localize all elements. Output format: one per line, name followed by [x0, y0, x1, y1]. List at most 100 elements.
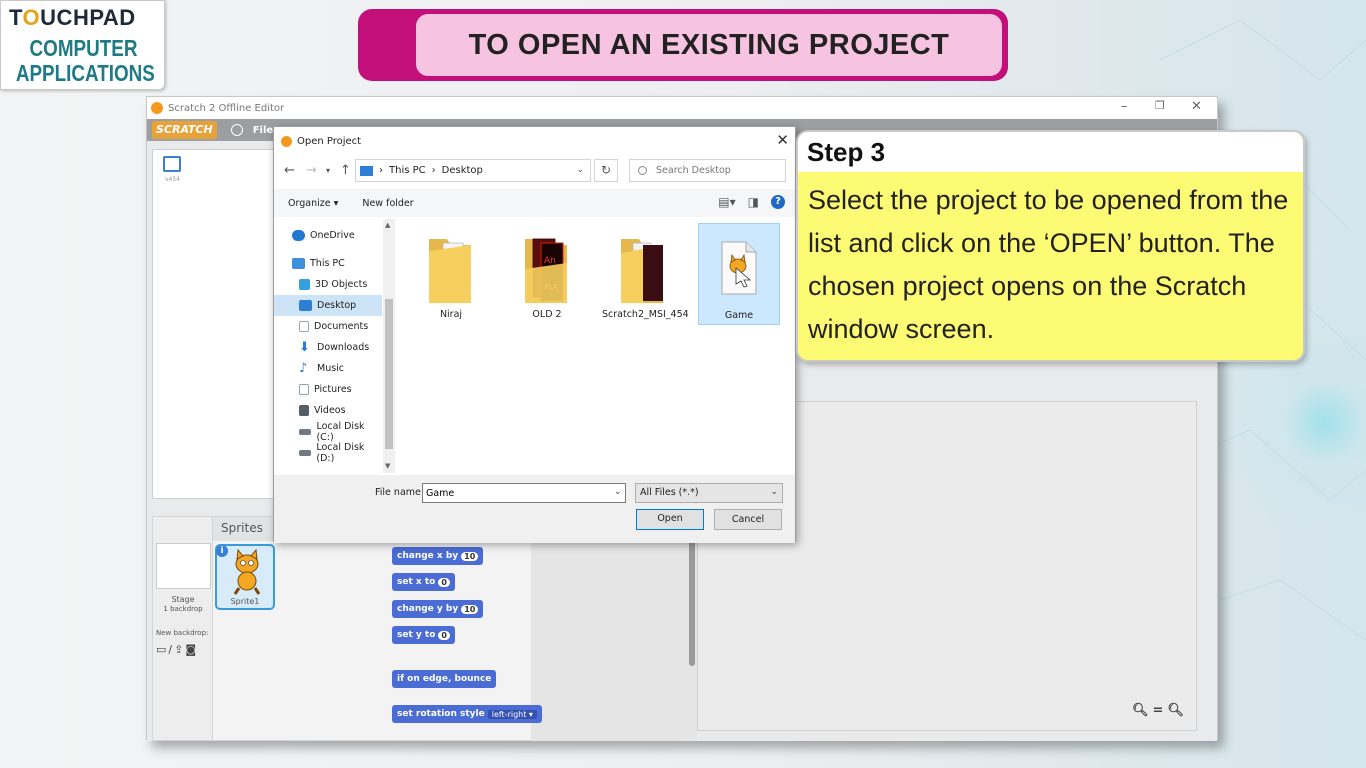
block-label: set rotation style [397, 709, 485, 719]
download-icon: ⬇ [299, 340, 310, 355]
file-item-scratch2-msi[interactable]: Scratch2_MSI_454 [602, 223, 689, 325]
nav-item-downloads[interactable]: ⬇ Downloads [274, 337, 382, 358]
block-rotation-style[interactable]: set rotation style left-right ▾ [392, 705, 542, 723]
dialog-footer: File name: ⌄ All Files (*.*) ⌄ Open Canc… [274, 475, 795, 543]
backdrop-tools: ▭/⇪◙ [156, 643, 198, 656]
file-type-select[interactable]: All Files (*.*) ⌄ [635, 483, 783, 503]
file-name: Game [724, 310, 754, 321]
zoom-controls: 🔍︎=🔍︎ [1132, 703, 1188, 718]
new-backdrop-label: New backdrop: [156, 629, 209, 637]
block-label: change x by [397, 551, 459, 561]
chevron-down-icon[interactable]: ⌄ [576, 165, 584, 175]
back-arrow-icon[interactable]: ← [284, 163, 295, 178]
nav-label: Documents [314, 321, 369, 332]
block-set-x[interactable]: set x to 0 [392, 573, 455, 591]
view-options-icon[interactable]: ▤▾ [718, 195, 735, 209]
navigation-pane: OneDrive This PC 3D Objects Desktop Docu… [274, 219, 396, 473]
forward-arrow-icon[interactable]: → [306, 163, 317, 178]
logo-brand: TOUCHPAD [9, 5, 136, 31]
nav-item-videos[interactable]: Videos [274, 400, 382, 421]
nav-label: Local Disk (C:) [316, 420, 365, 443]
disk-icon [299, 428, 312, 435]
nav-label: Downloads [317, 342, 370, 353]
scroll-down-icon[interactable]: ▼ [385, 462, 390, 470]
file-list: Niraj An FLA OLD 2 Scratch2_MSI_454 [398, 219, 795, 473]
nav-item-local-disk-d[interactable]: Local Disk (D:) [274, 441, 382, 464]
file-item-game[interactable]: Game [698, 223, 780, 325]
sprite-name: Sprite1 [230, 597, 260, 606]
upload-icon[interactable]: ⇪ [174, 643, 185, 656]
block-label: if on edge, bounce [397, 674, 492, 684]
scratch-cat-icon [281, 135, 292, 147]
nav-item-local-disk-c[interactable]: Local Disk (C:) [274, 420, 382, 443]
nav-item-desktop[interactable]: Desktop [274, 295, 382, 316]
folder-icon [429, 239, 471, 303]
chevron-down-icon[interactable]: ⌄ [614, 487, 622, 497]
rotation-style-select[interactable]: left-right ▾ [487, 709, 537, 719]
preview-pane-icon[interactable]: ◨ [748, 195, 759, 209]
file-name-input[interactable] [422, 483, 626, 503]
recent-chevron-icon[interactable]: ▾ [326, 166, 330, 175]
block-change-x[interactable]: change x by 10 [392, 547, 484, 565]
block-set-y[interactable]: set y to 0 [392, 626, 455, 644]
callout-text: Select the project to be opened from the… [808, 185, 1289, 344]
scroll-up-icon[interactable]: ▲ [385, 221, 390, 229]
nav-label: This PC [310, 258, 345, 269]
organize-button[interactable]: Organize ▾ [288, 198, 338, 209]
search-input[interactable]: Search Desktop [629, 159, 786, 182]
breadcrumb-desktop[interactable]: Desktop [442, 165, 483, 176]
chevron-down-icon[interactable]: ⌄ [770, 487, 778, 497]
dialog-navbar: ← → ▾ ↑ › This PC › Desktop ⌄ ↻ Search D… [274, 157, 795, 185]
address-bar[interactable]: › This PC › Desktop ⌄ [355, 159, 591, 182]
zoom-in-icon[interactable]: 🔍︎ [1167, 703, 1188, 718]
step-callout: Step 3 Select the project to be opened f… [796, 130, 1305, 362]
block-bounce[interactable]: if on edge, bounce [392, 670, 497, 688]
cancel-button[interactable]: Cancel [714, 509, 782, 530]
fullscreen-icon[interactable] [163, 156, 181, 172]
minimize-icon[interactable]: – [1121, 99, 1128, 114]
globe-icon[interactable] [230, 124, 243, 136]
stage-thumbnail[interactable] [156, 543, 211, 589]
file-item-niraj[interactable]: Niraj [410, 223, 492, 325]
close-icon[interactable]: ✕ [1191, 99, 1202, 114]
scratch-logo[interactable]: SCRATCH [152, 121, 217, 139]
breadcrumb-this-pc[interactable]: This PC [389, 165, 426, 176]
title-banner: TO OPEN AN EXISTING PROJECT [358, 9, 1008, 81]
open-project-dialog: Open Project ✕ ← → ▾ ↑ › This PC › Deskt… [273, 126, 796, 543]
nav-item-pictures[interactable]: Pictures [274, 379, 382, 400]
folder-dark-icon [621, 239, 663, 303]
nav-scroll-thumb[interactable] [385, 299, 393, 449]
block-value[interactable]: 10 [461, 604, 479, 614]
block-value[interactable]: 0 [438, 630, 450, 640]
nav-item-music[interactable]: ♪ Music [274, 358, 382, 379]
block-change-y[interactable]: change y by 10 [392, 600, 484, 618]
new-folder-button[interactable]: New folder [362, 198, 413, 209]
nav-label: Local Disk (D:) [316, 441, 365, 464]
nav-item-this-pc[interactable]: This PC [274, 253, 382, 274]
zoom-out-icon[interactable]: 🔍︎ [1132, 703, 1153, 718]
sprite-card[interactable]: i Sprite1 [215, 544, 275, 610]
up-arrow-icon[interactable]: ↑ [340, 163, 351, 178]
blocks-palette [531, 536, 697, 741]
file-item-old-2[interactable]: An FLA OLD 2 [506, 223, 588, 325]
block-value[interactable]: 0 [438, 577, 450, 587]
refresh-button[interactable]: ↻ [594, 159, 618, 182]
block-value[interactable]: 10 [461, 551, 479, 561]
nav-item-onedrive[interactable]: OneDrive [274, 225, 382, 246]
camera-icon[interactable]: ◙ [185, 643, 198, 656]
nav-item-3d-objects[interactable]: 3D Objects [274, 274, 382, 295]
scratch-cat-icon [151, 102, 163, 114]
zoom-reset-icon[interactable]: = [1153, 703, 1168, 718]
version-label: v454 [165, 176, 181, 183]
blocks-scrollbar[interactable] [689, 536, 695, 666]
nav-scrollbar[interactable]: ▲ ▼ [383, 219, 395, 473]
nav-item-documents[interactable]: Documents [274, 316, 382, 337]
breadcrumb-sep: › [431, 165, 436, 176]
pictures-icon [299, 384, 309, 395]
landscape-icon[interactable]: ▭ [156, 643, 168, 656]
nav-label: Music [317, 363, 345, 374]
restore-icon[interactable]: ❐ [1155, 99, 1165, 112]
open-button[interactable]: Open [636, 509, 704, 530]
close-icon[interactable]: ✕ [776, 131, 789, 149]
help-icon[interactable]: ? [771, 195, 785, 209]
